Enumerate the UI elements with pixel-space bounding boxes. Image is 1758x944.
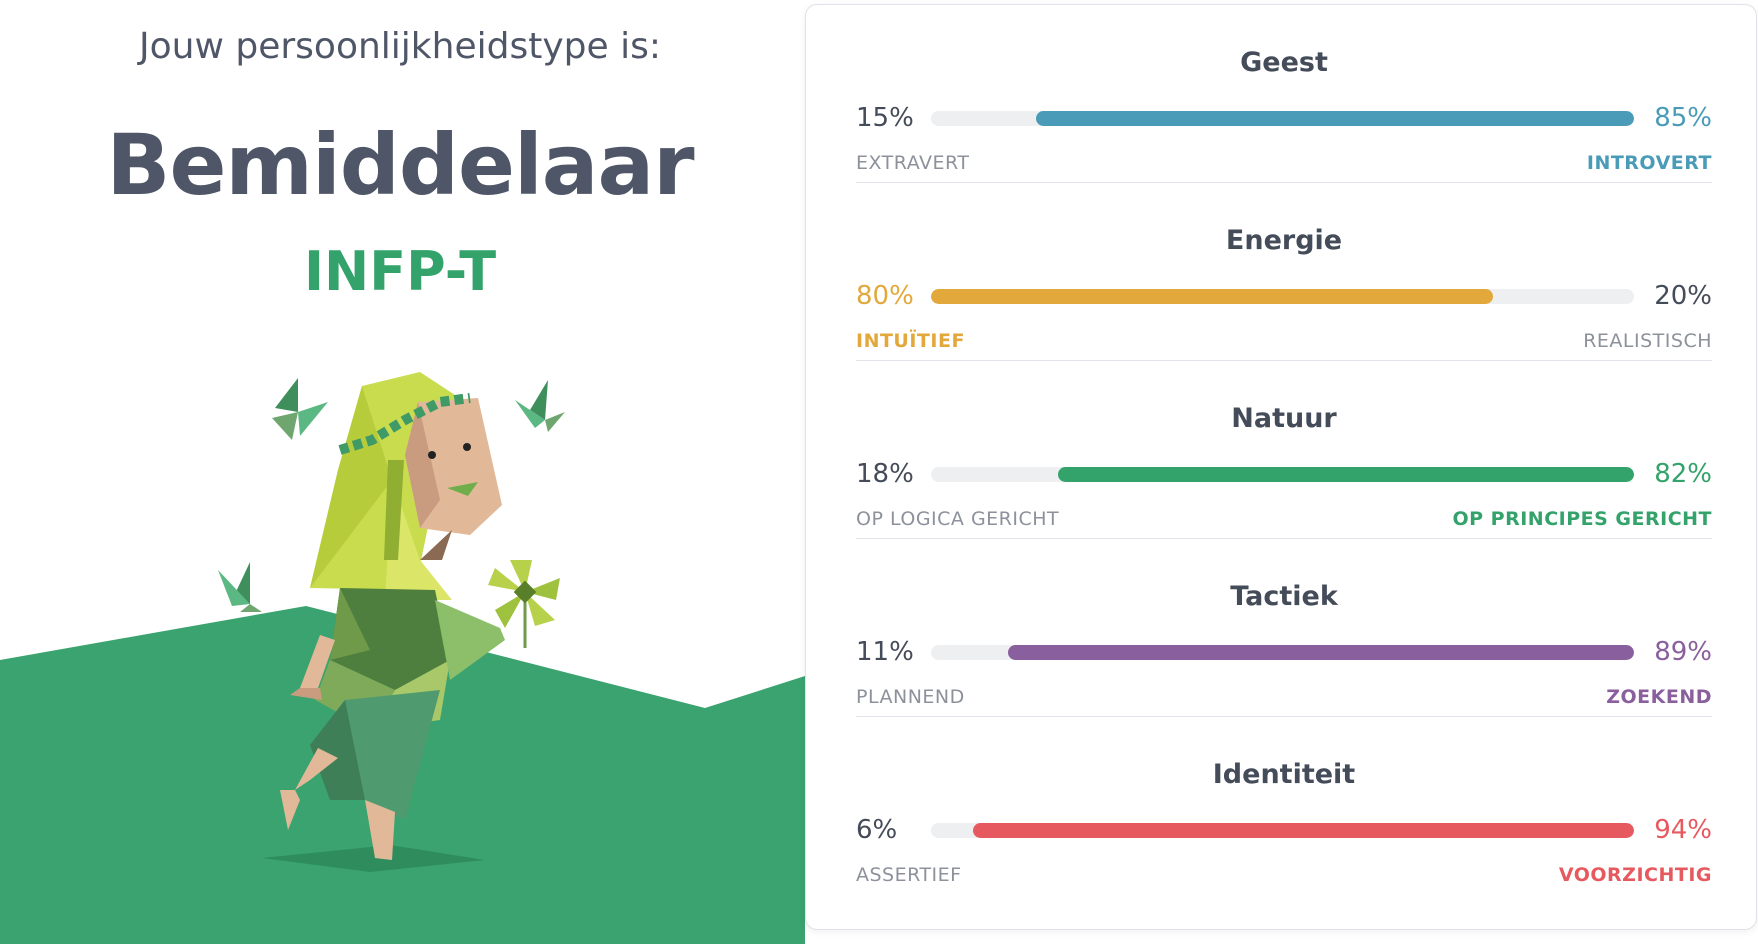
trait-row: Identiteit 6% 94% ASSERTIEF VOORZICHTIG <box>856 717 1712 895</box>
trait-progress-fill <box>1057 467 1634 482</box>
trait-progress-track <box>931 467 1634 482</box>
trait-progress-fill <box>1036 111 1634 126</box>
right-trait-label: OP PRINCIPES GERICHT <box>1452 508 1712 530</box>
right-trait-label: VOORZICHTIG <box>1558 864 1712 886</box>
right-percentage: 20% <box>1654 281 1712 311</box>
butterfly-icon <box>218 562 262 612</box>
right-percentage: 89% <box>1654 637 1712 667</box>
right-trait-label: REALISTISCH <box>1583 330 1712 352</box>
trait-row: Geest 15% 85% EXTRAVERT INTROVERT <box>856 5 1712 183</box>
trait-progress-fill <box>931 289 1494 304</box>
trait-title: Identiteit <box>1212 759 1356 790</box>
trait-row: Energie 80% 20% INTUÏTIEF REALISTISCH <box>856 183 1712 361</box>
trait-title: Tactiek <box>1230 581 1338 612</box>
trait-title: Natuur <box>1231 403 1337 434</box>
left-percentage: 15% <box>856 103 914 133</box>
right-trait-label: INTROVERT <box>1586 152 1712 174</box>
trait-progress-track <box>931 823 1634 838</box>
left-percentage: 6% <box>856 815 898 845</box>
right-trait-label: ZOEKEND <box>1606 686 1712 708</box>
left-trait-label: INTUÏTIEF <box>856 330 965 352</box>
trait-row: Natuur 18% 82% OP LOGICA GERICHT OP PRINCIPE… <box>856 361 1712 539</box>
left-percentage: 18% <box>856 459 914 489</box>
butterfly-icon <box>515 380 565 432</box>
trait-progress-fill <box>973 823 1634 838</box>
trait-progress-track <box>931 645 1634 660</box>
left-percentage: 11% <box>856 637 914 667</box>
left-percentage: 80% <box>856 281 914 311</box>
left-trait-label: EXTRAVERT <box>856 152 970 174</box>
butterfly-icon <box>272 378 328 440</box>
trait-title: Geest <box>1240 47 1328 78</box>
right-percentage: 85% <box>1654 103 1712 133</box>
trait-progress-track <box>931 111 1634 126</box>
right-percentage: 82% <box>1654 459 1712 489</box>
trait-title: Energie <box>1225 225 1343 256</box>
mediator-character-illustration <box>218 372 565 872</box>
trait-progress-track <box>931 289 1634 304</box>
right-percentage: 94% <box>1654 815 1712 845</box>
trait-progress-fill <box>1008 645 1634 660</box>
left-trait-label: PLANNEND <box>856 686 965 708</box>
traits-card: Geest 15% 85% EXTRAVERT INTROVERT Energie 80% 2… <box>805 4 1757 930</box>
left-trait-label: OP LOGICA GERICHT <box>856 508 1060 530</box>
left-trait-label: ASSERTIEF <box>856 864 962 886</box>
trait-row: Tactiek 11% 89% PLANNEND ZOEKEND <box>856 539 1712 717</box>
